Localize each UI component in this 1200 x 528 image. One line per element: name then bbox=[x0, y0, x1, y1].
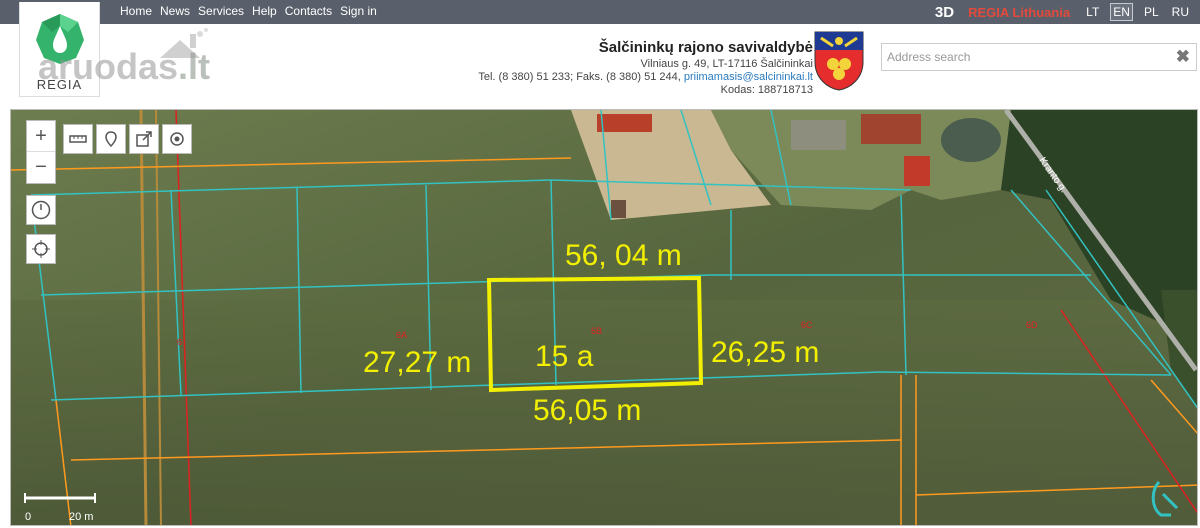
parcel-label-6b: 6B bbox=[591, 326, 602, 336]
share-icon bbox=[136, 131, 152, 147]
municipality-crest-icon bbox=[814, 31, 864, 91]
3d-button[interactable]: 3D bbox=[935, 4, 954, 21]
plot-area-label: 15 a bbox=[535, 340, 594, 373]
nav-contacts[interactable]: Contacts bbox=[285, 4, 332, 18]
lang-lt[interactable]: LT bbox=[1084, 4, 1101, 20]
parcel-label-6c: 6C bbox=[801, 320, 813, 330]
nav-news[interactable]: News bbox=[160, 4, 190, 18]
lang-ru[interactable]: RU bbox=[1170, 4, 1191, 20]
crosshair-icon bbox=[32, 240, 50, 258]
nav-help[interactable]: Help bbox=[252, 4, 277, 18]
search-input[interactable] bbox=[882, 44, 1162, 70]
municipality-phone-line: Tel. (8 380) 51 233; Faks. (8 380) 51 24… bbox=[478, 71, 813, 83]
lang-en[interactable]: EN bbox=[1110, 3, 1133, 21]
nav-home[interactable]: Home bbox=[120, 4, 152, 18]
dimension-right: 26,25 m bbox=[711, 336, 819, 369]
locate-button[interactable] bbox=[162, 124, 192, 154]
municipality-info: Šalčininkų rajono savivaldybė Vilniaus g… bbox=[478, 38, 813, 97]
top-navigation-bar: Home News Services Help Contacts Sign in… bbox=[0, 0, 1200, 24]
house-watermark-icon bbox=[160, 28, 208, 58]
parcel-label-6: 6 bbox=[177, 337, 182, 347]
municipality-email[interactable]: priimamasis@salcininkai.lt bbox=[684, 71, 813, 83]
dimension-top: 56, 04 m bbox=[565, 239, 682, 272]
nav-sign-in[interactable]: Sign in bbox=[340, 4, 377, 18]
parcel-label-6d: 6D bbox=[1026, 320, 1038, 330]
zoom-controls: + − bbox=[26, 120, 56, 184]
zoom-out-button[interactable]: − bbox=[27, 152, 55, 183]
measure-distance-button[interactable] bbox=[63, 124, 93, 154]
address-search[interactable]: ✖ bbox=[881, 43, 1197, 71]
aerial-map[interactable]: Kranto g. 6A 6B 6C 6D 6 56, 04 m 56,05 m… bbox=[11, 110, 1198, 526]
lang-pl[interactable]: PL bbox=[1142, 4, 1161, 20]
main-nav: Home News Services Help Contacts Sign in bbox=[120, 4, 377, 18]
history-button[interactable] bbox=[26, 195, 56, 225]
ruler-icon bbox=[69, 135, 87, 143]
dimension-left: 27,27 m bbox=[363, 346, 471, 379]
dimension-bottom: 56,05 m bbox=[533, 394, 641, 427]
scale-label: 20 m bbox=[69, 511, 93, 523]
pin-icon bbox=[105, 131, 117, 147]
map-view[interactable]: Kranto g. 6A 6B 6C 6D 6 56, 04 m 56,05 m… bbox=[10, 109, 1198, 526]
brand-link[interactable]: REGIA Lithuania bbox=[968, 5, 1070, 20]
parcel-label-6a: 6A bbox=[396, 330, 407, 340]
scale-zero: 0 bbox=[25, 511, 31, 523]
zoom-in-button[interactable]: + bbox=[27, 121, 55, 152]
clear-search-icon[interactable]: ✖ bbox=[1176, 47, 1190, 67]
municipality-address: Vilniaus g. 49, LT-17116 Šalčininkai bbox=[640, 58, 813, 70]
clock-icon bbox=[31, 200, 51, 220]
share-button[interactable] bbox=[129, 124, 159, 154]
municipality-code: Kodas: 188718713 bbox=[720, 84, 813, 96]
municipality-name: Šalčininkų rajono savivaldybė bbox=[598, 39, 813, 56]
target-icon bbox=[170, 132, 184, 146]
crosshair-button[interactable] bbox=[26, 234, 56, 264]
nav-services[interactable]: Services bbox=[198, 4, 244, 18]
place-marker-button[interactable] bbox=[96, 124, 126, 154]
